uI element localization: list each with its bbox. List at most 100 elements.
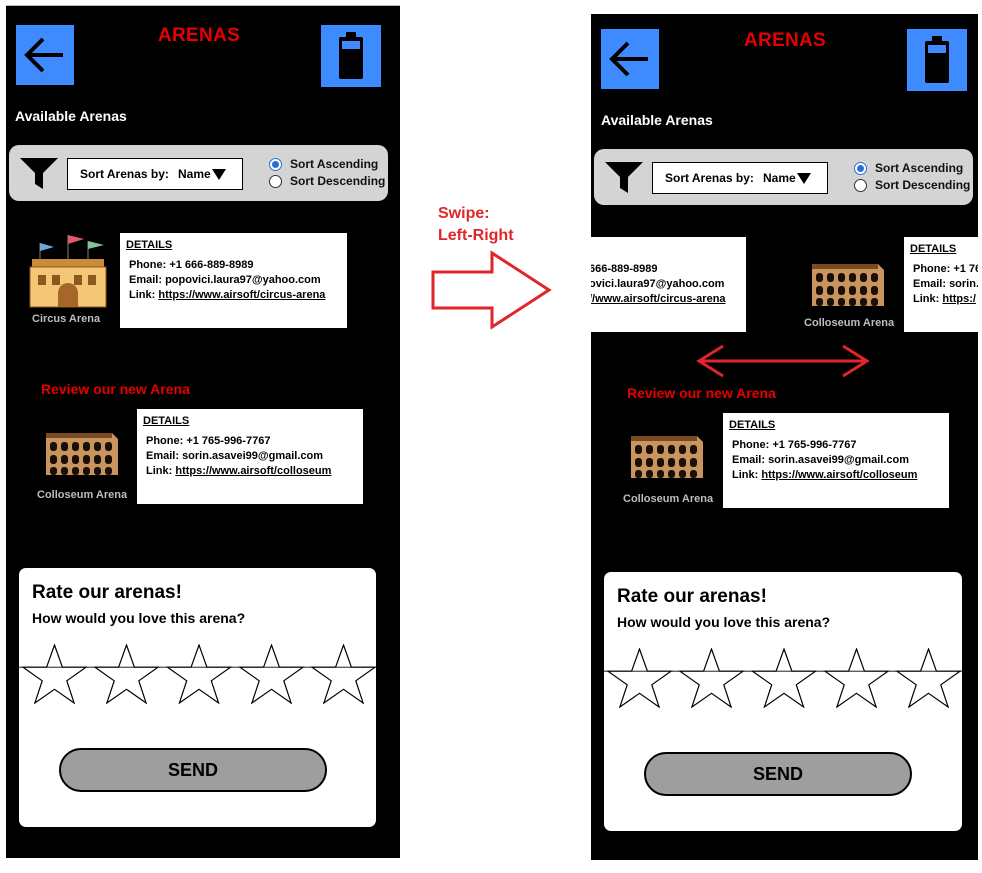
arena-email: Email: sorin.asavei99@gmail.com [146,450,324,462]
arena-link-row: Link: https:/ [913,293,976,305]
arena-email: Email: popovici.laura97@yahoo.com [129,274,321,286]
arena-caption: Colloseum Arena [37,489,128,501]
funnel-icon[interactable] [604,160,644,194]
arena-link[interactable]: https://www.airsoft/colloseum [761,469,917,481]
annotation-line-1: Swipe: [438,205,490,222]
back-button[interactable] [601,29,659,89]
star-icon [21,644,88,704]
arena-link[interactable]: https://www.airsoft/circus-arena [158,289,325,301]
arena-link[interactable]: https:/ [942,293,976,305]
arena-caption: Colloseum Arena [623,493,714,505]
right-phone-screen: ARENAS Available Arenas Sort Arenas by: … [591,14,978,860]
sort-value: Name [178,167,211,181]
swiped-details-card[interactable]: 666-889-8989 ovici.laura97@yahoo.com //w… [591,237,746,332]
rating-title: Rate our arenas! [32,582,182,603]
section-title: Available Arenas [601,112,713,128]
sort-ascending-radio[interactable]: Sort Ascending [854,161,963,175]
star-icon [895,648,962,708]
arena-phone: Phone: +1 666-889-8989 [129,259,254,271]
star-icon [310,644,377,704]
swipe-annotation: Swipe: Left-Right [438,203,514,247]
arena-phone: Phone: +1 765-996-7767 [146,435,271,447]
arena-email: Email: sorin.asavei99@gmail.com [732,454,910,466]
colosseum-icon[interactable] [42,425,120,477]
arena-caption: Circus Arena [32,313,101,325]
radio-selected-icon [269,157,282,171]
sort-ascending-radio[interactable]: Sort Ascending [269,157,378,171]
star-icon [750,648,818,708]
star-icon [606,648,673,708]
rating-card: Rate our arenas! How would you love this… [604,572,962,831]
arena-email: ovici.laura97@yahoo.com [591,278,725,290]
sort-descending-label: Sort Descending [875,178,971,192]
battery-icon [925,36,949,83]
battery-button[interactable] [907,29,967,91]
funnel-icon[interactable] [19,156,59,190]
colosseum-icon[interactable] [627,428,705,480]
sort-descending-radio[interactable]: Sort Descending [269,174,385,188]
star-rating[interactable] [19,644,377,704]
link-label: Link: [913,293,943,305]
details-heading: DETAILS [910,243,957,255]
sort-ascending-label: Sort Ascending [290,157,379,171]
page-title: ARENAS [158,25,241,46]
colosseum-icon[interactable] [808,256,886,308]
star-icon [93,644,160,704]
details-heading: DETAILS [143,415,190,427]
send-button[interactable]: SEND [644,752,912,796]
rating-question: How would you love this arena? [32,610,246,626]
star-rating[interactable] [604,648,962,708]
incoming-details-card[interactable]: DETAILS Phone: +1 76 Email: sorin. Link:… [904,237,978,332]
details-heading: DETAILS [729,419,776,431]
arena-details-card[interactable]: DETAILS Phone: +1 666-889-8989 Email: po… [120,233,347,328]
link-label: Link: [732,469,762,481]
arena-details-card[interactable]: DETAILS Phone: +1 765-996-7767 Email: so… [723,413,949,508]
sort-label: Sort Arenas by: [80,167,169,181]
radio-selected-icon [854,161,867,175]
radio-unselected-icon [269,174,282,188]
dropdown-triangle-icon [212,169,226,180]
sort-label: Sort Arenas by: [665,171,754,185]
arena-link-row: Link: https://www.airsoft/circus-arena [129,289,325,301]
frame-line [6,5,400,6]
arena-link[interactable]: //www.airsoft/circus-arena [591,293,726,305]
filter-bar: Sort Arenas by: Name Sort Ascending Sort… [594,149,973,205]
sort-dropdown[interactable]: Sort Arenas by: Name [652,162,828,194]
arena-email: Email: sorin. [913,278,978,290]
arena-phone: 666-889-8989 [591,263,658,275]
sort-descending-label: Sort Descending [290,174,386,188]
arena-link-row: Link: https://www.airsoft/colloseum [732,469,917,481]
link-label: Link: [129,289,159,301]
star-icon [823,648,890,708]
arrow-right-icon [431,250,552,330]
arena-phone: Phone: +1 76 [913,263,978,275]
star-icon [678,648,745,708]
back-button[interactable] [16,25,74,85]
filter-bar: Sort Arenas by: Name Sort Ascending Sort… [9,145,388,201]
link-label: Link: [146,465,176,477]
dropdown-triangle-icon [797,173,811,184]
left-phone-screen: ARENAS Available Arenas Sort Arenas by: … [6,5,400,858]
battery-icon [339,32,363,79]
send-button[interactable]: SEND [59,748,327,792]
annotation-line-2: Left-Right [438,227,514,244]
sort-dropdown[interactable]: Sort Arenas by: Name [67,158,243,190]
arena-link[interactable]: https://www.airsoft/colloseum [175,465,331,477]
radio-unselected-icon [854,178,867,192]
battery-button[interactable] [321,25,381,87]
details-heading: DETAILS [126,239,173,251]
sort-ascending-label: Sort Ascending [875,161,964,175]
rating-question: How would you love this arena? [617,614,831,630]
rating-card: Rate our arenas! How would you love this… [19,568,377,827]
review-heading: Review our new Arena [627,385,776,401]
arena-details-card[interactable]: DETAILS Phone: +1 765-996-7767 Email: so… [137,409,363,504]
sort-descending-radio[interactable]: Sort Descending [854,178,970,192]
arrow-left-icon [24,37,63,73]
circus-arena-icon[interactable] [26,235,108,309]
rating-title: Rate our arenas! [617,586,767,607]
page-title: ARENAS [744,30,827,51]
sort-value: Name [763,171,796,185]
review-heading: Review our new Arena [41,381,190,397]
section-title: Available Arenas [15,108,127,124]
star-icon [165,644,233,704]
